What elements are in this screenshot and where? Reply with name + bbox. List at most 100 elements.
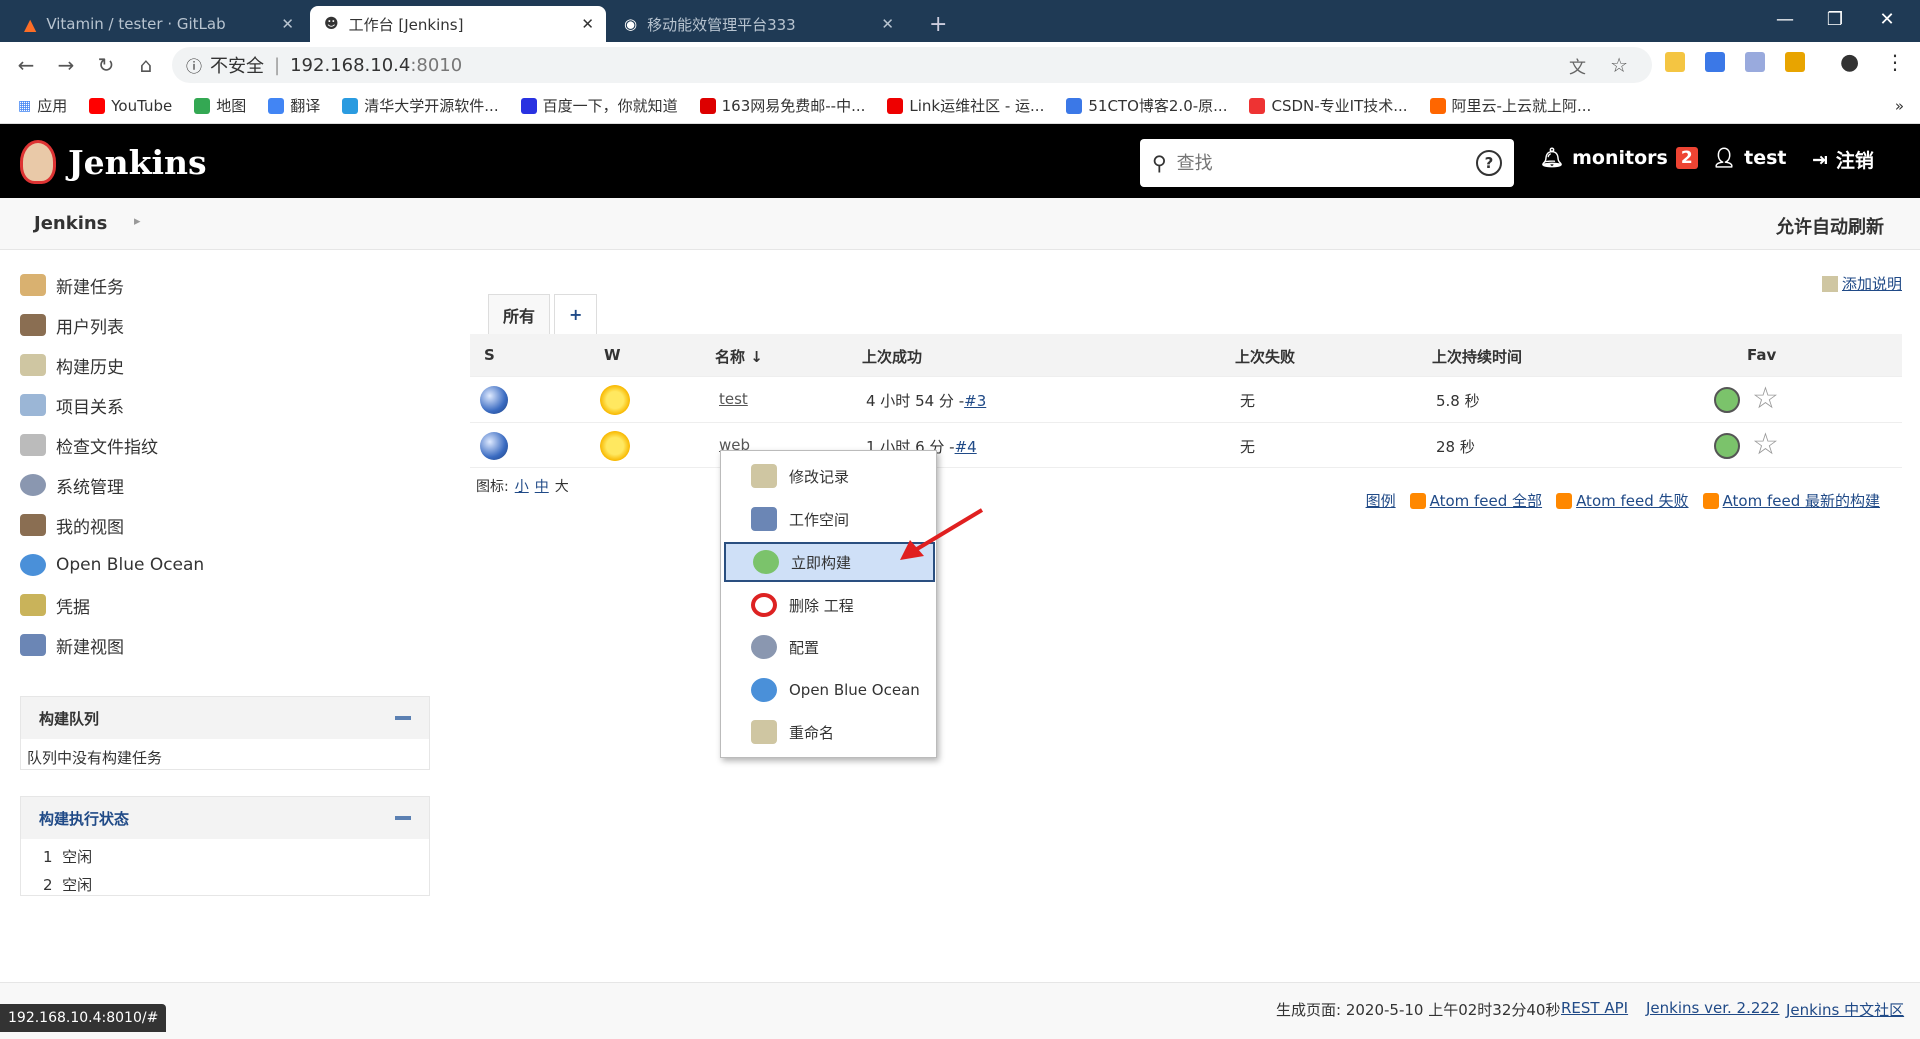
reload-icon[interactable]: ↻ bbox=[86, 53, 126, 77]
menu-item-rename[interactable]: 重命名 bbox=[721, 712, 938, 752]
profile-icon[interactable]: ● bbox=[1840, 50, 1859, 75]
bookmark-csdn[interactable]: CSDN-专业IT技术... bbox=[1249, 95, 1408, 116]
notepad-icon bbox=[751, 720, 777, 744]
search-input[interactable] bbox=[1176, 152, 1447, 174]
menu-item-blue-ocean[interactable]: Open Blue Ocean bbox=[721, 670, 938, 710]
monitors-link[interactable]: 🔔︎ monitors 2 bbox=[1540, 146, 1698, 169]
bookmark-link[interactable]: Link运维社区 - 运... bbox=[887, 95, 1044, 116]
address-bar-row: ← → ↻ ⌂ ⓘ 不安全 | 192.168.10.4:8010 文 ☆ ● … bbox=[0, 42, 1920, 88]
home-icon[interactable]: ⌂ bbox=[126, 53, 166, 77]
sidebar-item-new-view[interactable]: 新建视图 bbox=[20, 625, 430, 665]
url-field[interactable]: ⓘ 不安全 | 192.168.10.4:8010 文 ☆ bbox=[172, 47, 1652, 83]
minimize-icon[interactable]: — bbox=[1760, 0, 1810, 38]
community-link[interactable]: Jenkins 中文社区 bbox=[1786, 999, 1904, 1020]
menu-item-delete-project[interactable]: 删除 工程 bbox=[721, 585, 938, 625]
schedule-build-icon[interactable] bbox=[1714, 433, 1740, 459]
help-icon[interactable]: ? bbox=[1476, 150, 1502, 176]
monitors-badge: 2 bbox=[1675, 146, 1698, 169]
breadcrumb: Jenkins ▸ 允许自动刷新 bbox=[0, 198, 1920, 250]
new-tab-button[interactable]: + bbox=[915, 6, 961, 42]
bookmark-star-icon[interactable]: ☆ bbox=[1610, 53, 1628, 77]
more-bookmarks-icon[interactable]: » bbox=[1895, 97, 1904, 115]
sidebar-item-new-job[interactable]: 新建任务 bbox=[20, 265, 430, 305]
breadcrumb-chevron-icon[interactable]: ▸ bbox=[134, 214, 141, 229]
queue-empty-text: 队列中没有构建任务 bbox=[27, 749, 163, 767]
sidebar-item-fingerprint[interactable]: 检查文件指纹 bbox=[20, 425, 430, 465]
logout-link[interactable]: ⇥ 注销 bbox=[1812, 146, 1874, 173]
build-link[interactable]: #4 bbox=[955, 438, 977, 456]
bookmark-apps[interactable]: ▦ 应用 bbox=[18, 95, 67, 116]
favorite-star-icon[interactable]: ☆ bbox=[1752, 381, 1779, 416]
atom-feed-failed[interactable]: Atom feed 失败 bbox=[1576, 490, 1688, 511]
jenkins-favicon-icon: ☻ bbox=[324, 16, 339, 32]
jenkins-logo[interactable]: Jenkins bbox=[20, 140, 207, 184]
extension-icon[interactable] bbox=[1665, 52, 1685, 72]
executor-status-title[interactable]: 构建执行状态 bbox=[39, 808, 129, 829]
forward-icon[interactable]: → bbox=[46, 53, 86, 77]
icon-size-selector: 图标: 小 中 大 bbox=[476, 476, 569, 496]
auto-refresh-link[interactable]: 允许自动刷新 bbox=[1776, 213, 1884, 239]
close-tab-icon[interactable]: ✕ bbox=[281, 15, 294, 33]
add-description-link[interactable]: 添加说明 bbox=[1821, 273, 1902, 294]
sidebar-item-project-relationship[interactable]: 项目关系 bbox=[20, 385, 430, 425]
user-link[interactable]: 👤︎ test bbox=[1712, 146, 1787, 170]
menu-item-changes[interactable]: 修改记录 bbox=[721, 456, 938, 496]
sidebar-item-blue-ocean[interactable]: Open Blue Ocean bbox=[20, 545, 430, 585]
build-link[interactable]: #3 bbox=[964, 392, 986, 410]
collapse-icon[interactable] bbox=[395, 816, 411, 820]
menu-kebab-icon[interactable]: ⋮ bbox=[1885, 50, 1905, 74]
bookmark-51cto[interactable]: 51CTO博客2.0-原... bbox=[1066, 95, 1227, 116]
tab-all[interactable]: 所有 bbox=[488, 294, 551, 334]
browser-tab-gitlab[interactable]: ▲ Vitamin / tester · GitLab ✕ bbox=[10, 6, 306, 42]
bookmark-aliyun[interactable]: 阿里云-上云就上阿... bbox=[1429, 95, 1591, 116]
bookmark-youtube[interactable]: YouTube bbox=[89, 97, 172, 115]
restore-icon[interactable]: ❐ bbox=[1810, 0, 1860, 38]
browser-tab-mobile[interactable]: ◉ 移动能效管理平台333 ✕ bbox=[610, 6, 906, 42]
browser-tab-strip: ▲ Vitamin / tester · GitLab ✕ ☻ 工作台 [Jen… bbox=[0, 0, 1920, 42]
extension-face-icon[interactable] bbox=[1785, 52, 1805, 72]
fingerprint-icon bbox=[20, 434, 46, 456]
bookmark-tsinghua[interactable]: 清华大学开源软件... bbox=[342, 95, 499, 116]
icon-size-small[interactable]: 小 bbox=[515, 476, 529, 496]
sidebar-item-build-history[interactable]: 构建历史 bbox=[20, 345, 430, 385]
close-tab-icon[interactable]: ✕ bbox=[881, 15, 894, 33]
search-box: ⚲ ? bbox=[1140, 139, 1514, 187]
browser-tab-jenkins[interactable]: ☻ 工作台 [Jenkins] ✕ bbox=[310, 6, 606, 42]
annotation-arrow-icon bbox=[900, 508, 984, 560]
extension-grid-icon[interactable] bbox=[1745, 52, 1765, 72]
atom-feed-all[interactable]: Atom feed 全部 bbox=[1430, 490, 1542, 511]
icon-size-medium[interactable]: 中 bbox=[535, 476, 549, 496]
schedule-build-icon[interactable] bbox=[1714, 387, 1740, 413]
rest-api-link[interactable]: REST API bbox=[1561, 999, 1628, 1017]
sidebar-item-manage[interactable]: 系统管理 bbox=[20, 465, 430, 505]
tab-add-view[interactable]: + bbox=[554, 294, 598, 334]
magnifier-icon bbox=[20, 394, 46, 416]
breadcrumb-jenkins[interactable]: Jenkins bbox=[34, 213, 107, 234]
legend-link[interactable]: 图例 bbox=[1366, 490, 1396, 511]
sidebar-item-my-views[interactable]: 我的视图 bbox=[20, 505, 430, 545]
executor-row: 2 空闲 bbox=[43, 876, 93, 894]
close-window-icon[interactable]: ✕ bbox=[1862, 0, 1912, 38]
job-context-menu: 修改记录 工作空间 立即构建 删除 工程 配置 Open Blue Ocean … bbox=[720, 450, 937, 758]
collapse-icon[interactable] bbox=[395, 716, 411, 720]
translate-icon[interactable]: 文 bbox=[1569, 53, 1586, 78]
close-tab-icon[interactable]: ✕ bbox=[581, 15, 594, 33]
build-queue-title[interactable]: 构建队列 bbox=[39, 708, 99, 729]
sort-name-header[interactable]: 名称 ↓ bbox=[715, 346, 763, 367]
sidebar-item-users[interactable]: 用户列表 bbox=[20, 305, 430, 345]
atom-feed-latest[interactable]: Atom feed 最新的构建 bbox=[1723, 490, 1880, 511]
jenkins-version-link[interactable]: Jenkins ver. 2.222 bbox=[1646, 999, 1779, 1017]
extension-translate-icon[interactable] bbox=[1705, 52, 1725, 72]
job-link-test[interactable]: test bbox=[719, 390, 748, 408]
menu-item-configure[interactable]: 配置 bbox=[721, 627, 938, 667]
back-icon[interactable]: ← bbox=[6, 53, 46, 77]
bookmark-translate[interactable]: 翻译 bbox=[268, 95, 320, 116]
sidebar-item-credentials[interactable]: 凭据 bbox=[20, 585, 430, 625]
csdn-icon bbox=[1249, 97, 1266, 114]
favorite-star-icon[interactable]: ☆ bbox=[1752, 427, 1779, 462]
bookmark-maps[interactable]: 地图 bbox=[194, 95, 246, 116]
bookmark-baidu[interactable]: 百度一下，你就知道 bbox=[520, 95, 678, 116]
key-icon bbox=[20, 594, 46, 616]
bookmark-163[interactable]: 163网易免费邮--中... bbox=[699, 95, 865, 116]
page-footer: 生成页面: 2020-5-10 上午02时32分40秒 REST API Jen… bbox=[0, 982, 1920, 1039]
